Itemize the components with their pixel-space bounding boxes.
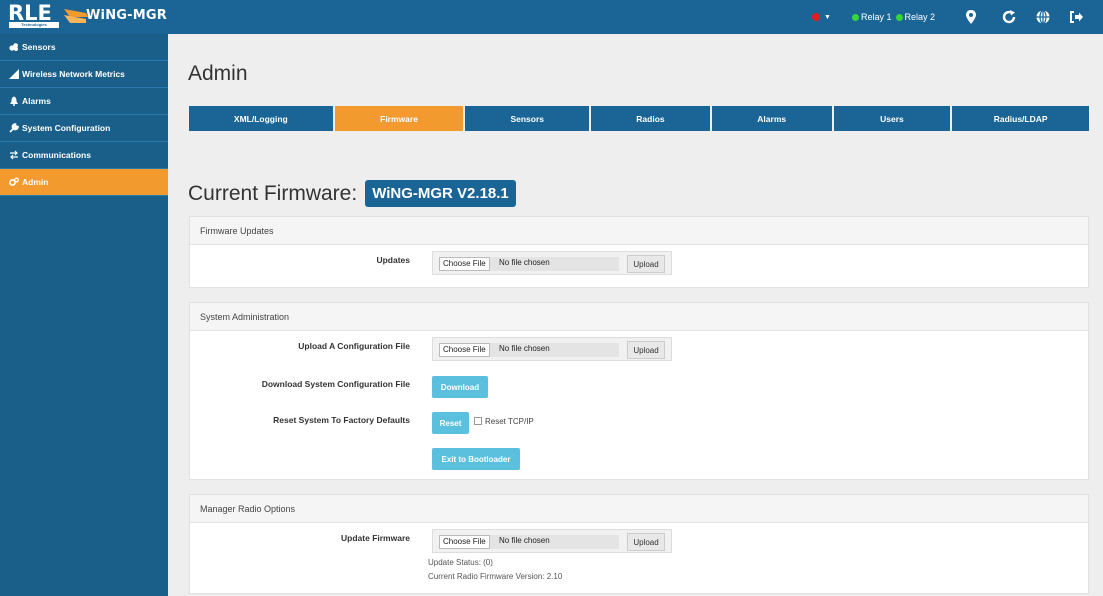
tab-sensors[interactable]: Sensors <box>465 106 590 131</box>
cogs-icon <box>8 177 19 188</box>
choose-file-button[interactable]: Choose File <box>439 257 490 271</box>
sidebar-item-sensors[interactable]: Sensors <box>0 34 168 61</box>
relay-status: Relay 1 Relay 2 <box>852 10 935 24</box>
sensors-icon <box>8 42 19 53</box>
sidebar-item-label: Alarms <box>22 96 51 106</box>
choose-file-button[interactable]: Choose File <box>439 343 490 357</box>
tab-alarms[interactable]: Alarms <box>711 106 832 131</box>
refresh-icon[interactable] <box>1001 9 1017 25</box>
update-firmware-label: Update Firmware <box>341 533 410 543</box>
choose-file-button[interactable]: Choose File <box>439 535 490 549</box>
sidebar-item-communications[interactable]: Communications <box>0 142 168 169</box>
globe-icon[interactable] <box>1035 9 1051 25</box>
firmware-updates-panel: Firmware Updates Updates Choose File No … <box>189 216 1089 288</box>
sidebar-item-label: Wireless Network Metrics <box>22 69 125 79</box>
bell-icon <box>8 96 19 107</box>
product-name: WiNG-MGR <box>86 8 167 23</box>
system-administration-panel: System Administration Upload A Configura… <box>189 302 1089 480</box>
firmware-file-input: Choose File No file chosen Upload <box>432 251 672 275</box>
upload-config-label: Upload A Configuration File <box>298 341 410 351</box>
caret-down-icon: ▼ <box>824 14 831 21</box>
page-title: Admin <box>188 62 248 85</box>
alarm-status-dropdown[interactable]: ▼ <box>812 11 834 23</box>
upload-button[interactable]: Upload <box>627 533 665 551</box>
admin-tabs: XML/Logging Firmware Sensors Radios Alar… <box>189 106 1089 131</box>
relay-2-label: Relay 2 <box>904 12 936 22</box>
tab-firmware[interactable]: Firmware <box>334 106 464 131</box>
signal-icon <box>8 69 19 80</box>
rle-logo-tagline: Technologies <box>9 22 59 28</box>
sidebar-item-label: Sensors <box>22 42 56 52</box>
sidebar-item-alarms[interactable]: Alarms <box>0 88 168 115</box>
upload-button[interactable]: Upload <box>627 341 665 359</box>
sidebar: Sensors Wireless Network Metrics Alarms … <box>0 34 168 596</box>
config-file-input: Choose File No file chosen Upload <box>432 337 672 361</box>
wing-icon <box>64 9 88 23</box>
current-firmware-heading: Current Firmware: WiNG-MGR V2.18.1 <box>188 180 516 207</box>
tab-radius-ldap[interactable]: Radius/LDAP <box>952 106 1089 131</box>
no-file-text: No file chosen <box>499 344 550 353</box>
alarm-status-dot <box>812 13 820 21</box>
map-marker-icon[interactable] <box>963 9 979 25</box>
upload-button[interactable]: Upload <box>627 255 665 273</box>
no-file-text: No file chosen <box>499 536 550 545</box>
updates-label: Updates <box>376 255 410 265</box>
sidebar-item-admin[interactable]: Admin <box>0 169 168 196</box>
wrench-icon <box>8 123 19 134</box>
reset-tcpip-checkbox[interactable] <box>474 417 482 425</box>
reset-tcpip-label: Reset TCP/IP <box>485 417 534 426</box>
relay-2-indicator <box>895 13 903 21</box>
panel-heading: Firmware Updates <box>190 217 1088 245</box>
firmware-version-badge: WiNG-MGR V2.18.1 <box>365 180 516 207</box>
tab-xml-logging[interactable]: XML/Logging <box>189 106 333 131</box>
panel-heading: System Administration <box>190 303 1088 331</box>
sidebar-item-system-configuration[interactable]: System Configuration <box>0 115 168 142</box>
sidebar-item-label: Communications <box>22 150 91 160</box>
no-file-text: No file chosen <box>499 258 550 267</box>
relay-1-label: Relay 1 <box>861 12 892 22</box>
panel-heading: Manager Radio Options <box>190 495 1088 523</box>
tab-users[interactable]: Users <box>833 106 951 131</box>
download-config-label: Download System Configuration File <box>261 379 410 389</box>
sidebar-item-wireless-network-metrics[interactable]: Wireless Network Metrics <box>0 61 168 88</box>
exchange-icon <box>8 150 19 161</box>
tab-radios[interactable]: Radios <box>591 106 710 131</box>
logout-icon[interactable] <box>1068 9 1084 25</box>
update-status-text: Update Status: (0) <box>428 558 493 567</box>
rle-logo[interactable]: RLE Technologies <box>8 1 64 30</box>
radio-firmware-version-text: Current Radio Firmware Version: 2.10 <box>428 572 563 581</box>
sidebar-item-label: System Configuration <box>22 123 111 133</box>
exit-to-bootloader-button[interactable]: Exit to Bootloader <box>432 448 520 470</box>
sidebar-item-label: Admin <box>22 177 49 187</box>
manager-radio-options-panel: Manager Radio Options Update Firmware Ch… <box>189 494 1089 594</box>
relay-1-indicator <box>852 13 859 21</box>
current-firmware-label: Current Firmware: <box>188 181 358 205</box>
reset-button[interactable]: Reset <box>432 412 469 434</box>
wing-mgr-logo[interactable]: WiNG-MGR <box>64 5 174 29</box>
top-navbar: RLE Technologies WiNG-MGR ▼ Relay 1 Rela… <box>0 0 1103 34</box>
reset-label: Reset System To Factory Defaults <box>273 415 410 425</box>
relay-2-status: Relay 2 <box>895 12 936 22</box>
radio-firmware-file-input: Choose File No file chosen Upload <box>432 529 672 553</box>
relay-1-status: Relay 1 <box>852 12 892 22</box>
download-button[interactable]: Download <box>432 376 488 398</box>
